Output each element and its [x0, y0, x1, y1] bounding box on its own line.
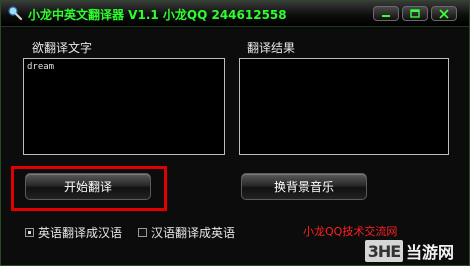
input-label: 欲翻译文字 — [32, 41, 93, 55]
close-icon — [439, 8, 449, 19]
title-bar[interactable]: 小龙中英文翻译器 V1.1 小龙QQ 244612558 — [1, 1, 469, 27]
app-window: 小龙中英文翻译器 V1.1 小龙QQ 244612558 欲翻译文字 翻译结果 … — [0, 0, 470, 266]
result-text-output[interactable] — [239, 58, 449, 155]
watermark: 3HE 当游网 — [365, 237, 469, 265]
radio-en-to-zh[interactable]: 英语翻译成汉语 — [25, 224, 122, 241]
radio-label: 汉语翻译成英语 — [151, 226, 236, 240]
source-text-input[interactable] — [23, 58, 225, 155]
translate-button[interactable]: 开始翻译 — [25, 173, 151, 200]
radio-label: 英语翻译成汉语 — [38, 226, 123, 240]
maximize-button[interactable] — [402, 6, 428, 21]
window-title: 小龙中英文翻译器 V1.1 小龙QQ 244612558 — [28, 8, 287, 22]
change-bg-music-button[interactable]: 换背景音乐 — [241, 173, 367, 200]
output-label: 翻译结果 — [247, 41, 296, 55]
radio-indicator — [138, 228, 147, 237]
app-icon — [7, 5, 23, 21]
close-button[interactable] — [431, 6, 457, 21]
watermark-text: 当游网 — [406, 243, 455, 262]
radio-indicator — [25, 228, 34, 237]
maximize-icon — [410, 8, 420, 18]
minimize-button[interactable] — [373, 6, 399, 21]
watermark-logo: 3HE — [365, 240, 403, 262]
radio-zh-to-en[interactable]: 汉语翻译成英语 — [138, 224, 235, 241]
minimize-icon — [382, 14, 390, 17]
